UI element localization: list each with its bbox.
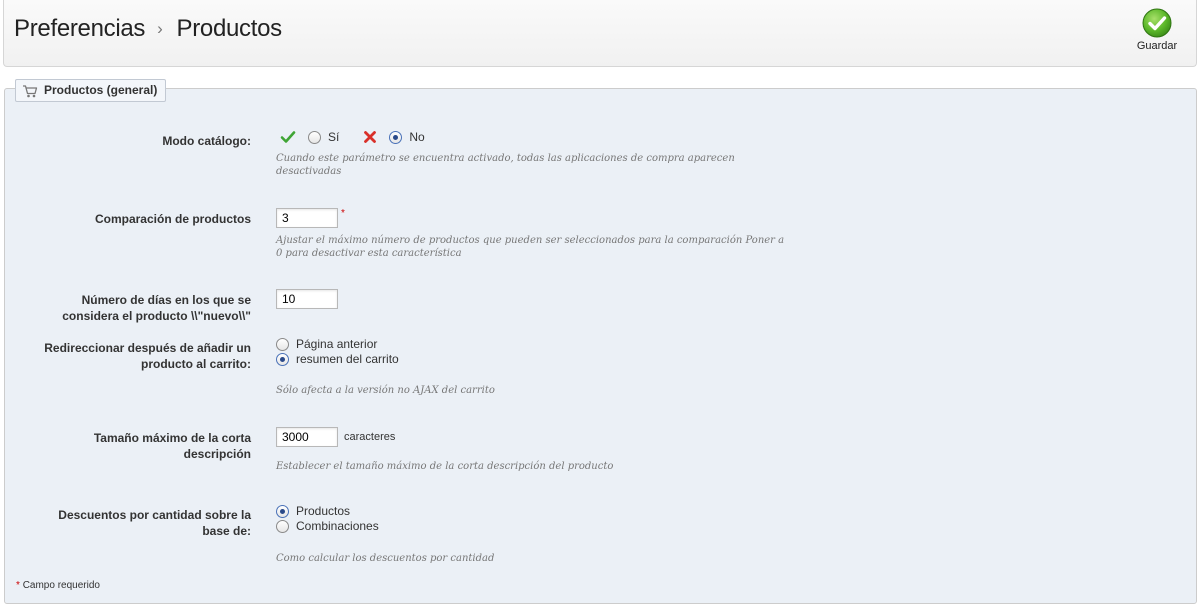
- redirect-hint: Sólo afecta a la versión no AJAX del car…: [276, 385, 495, 396]
- redirect-label: Redireccionar después de añadir un produ…: [44, 341, 251, 371]
- section-legend: Productos (general): [15, 79, 167, 102]
- section-legend-title: Productos (general): [44, 83, 158, 97]
- page-title: Productos: [176, 15, 283, 42]
- redirect-previous-radio[interactable]: [276, 337, 289, 351]
- quantity-discounts-products-label: Productos: [296, 504, 351, 518]
- checkmark-circle-icon: [1142, 8, 1172, 38]
- catalog-mode-control: Sí No: [280, 130, 425, 144]
- required-note-star: *: [16, 580, 20, 591]
- quantity-discounts-option-products[interactable]: Productos: [276, 504, 350, 518]
- breadcrumb-separator: ›: [157, 19, 163, 38]
- redirect-summary-radio[interactable]: [276, 352, 289, 366]
- quantity-discounts-combinations-radio[interactable]: [276, 519, 289, 533]
- save-button[interactable]: Guardar: [1133, 8, 1181, 52]
- required-marker: *: [341, 208, 345, 219]
- product-comparison-label: Comparación de productos: [94, 212, 251, 226]
- quantity-discounts-products-radio[interactable]: [276, 504, 289, 518]
- product-comparison-hint: Ajustar el máximo número de productos qu…: [276, 235, 785, 259]
- new-days-label: Número de días en los que se considera e…: [62, 293, 251, 323]
- quantity-discounts-combinations-label: Combinaciones: [296, 519, 379, 533]
- short-desc-size-unit: caracteres: [344, 431, 396, 443]
- cross-icon: [364, 131, 377, 143]
- page-toolbar: Preferencias › Productos Guardar: [3, 0, 1197, 67]
- new-days-input[interactable]: [276, 289, 338, 309]
- quantity-discounts-hint: Como calcular los descuentos por cantida…: [276, 553, 495, 564]
- short-desc-size-hint: Establecer el tamaño máximo de la corta …: [276, 461, 614, 472]
- required-field-note: * Campo requerido: [16, 580, 100, 591]
- quantity-discounts-option-combinations[interactable]: Combinaciones: [276, 519, 379, 533]
- quantity-discounts-label: Descuentos por cantidad sobre la base de…: [58, 508, 251, 538]
- redirect-option-previous[interactable]: Página anterior: [276, 337, 377, 351]
- required-note-text: Campo requerido: [22, 580, 100, 591]
- catalog-mode-yes-radio[interactable]: [308, 130, 321, 144]
- redirect-previous-label: Página anterior: [296, 337, 378, 351]
- product-comparison-input[interactable]: [276, 208, 338, 228]
- redirect-summary-label: resumen del carrito: [296, 352, 399, 366]
- catalog-mode-label: Modo catálogo:: [162, 134, 251, 148]
- short-desc-size-input[interactable]: [276, 427, 338, 447]
- catalog-mode-no-radio[interactable]: [389, 130, 403, 144]
- short-desc-size-label: Tamaño máximo de la corta descripción: [93, 431, 251, 461]
- catalog-mode-no-label: No: [409, 130, 425, 144]
- save-button-label: Guardar: [1136, 40, 1178, 52]
- catalog-mode-yes-label: Sí: [328, 130, 340, 144]
- redirect-option-summary[interactable]: resumen del carrito: [276, 352, 399, 366]
- check-icon: [280, 131, 296, 143]
- breadcrumb-parent[interactable]: Preferencias: [14, 15, 145, 42]
- cart-icon: [23, 84, 38, 97]
- breadcrumb: Preferencias › Productos: [14, 15, 282, 43]
- catalog-mode-hint: Cuando este parámetro se encuentra activ…: [276, 153, 735, 177]
